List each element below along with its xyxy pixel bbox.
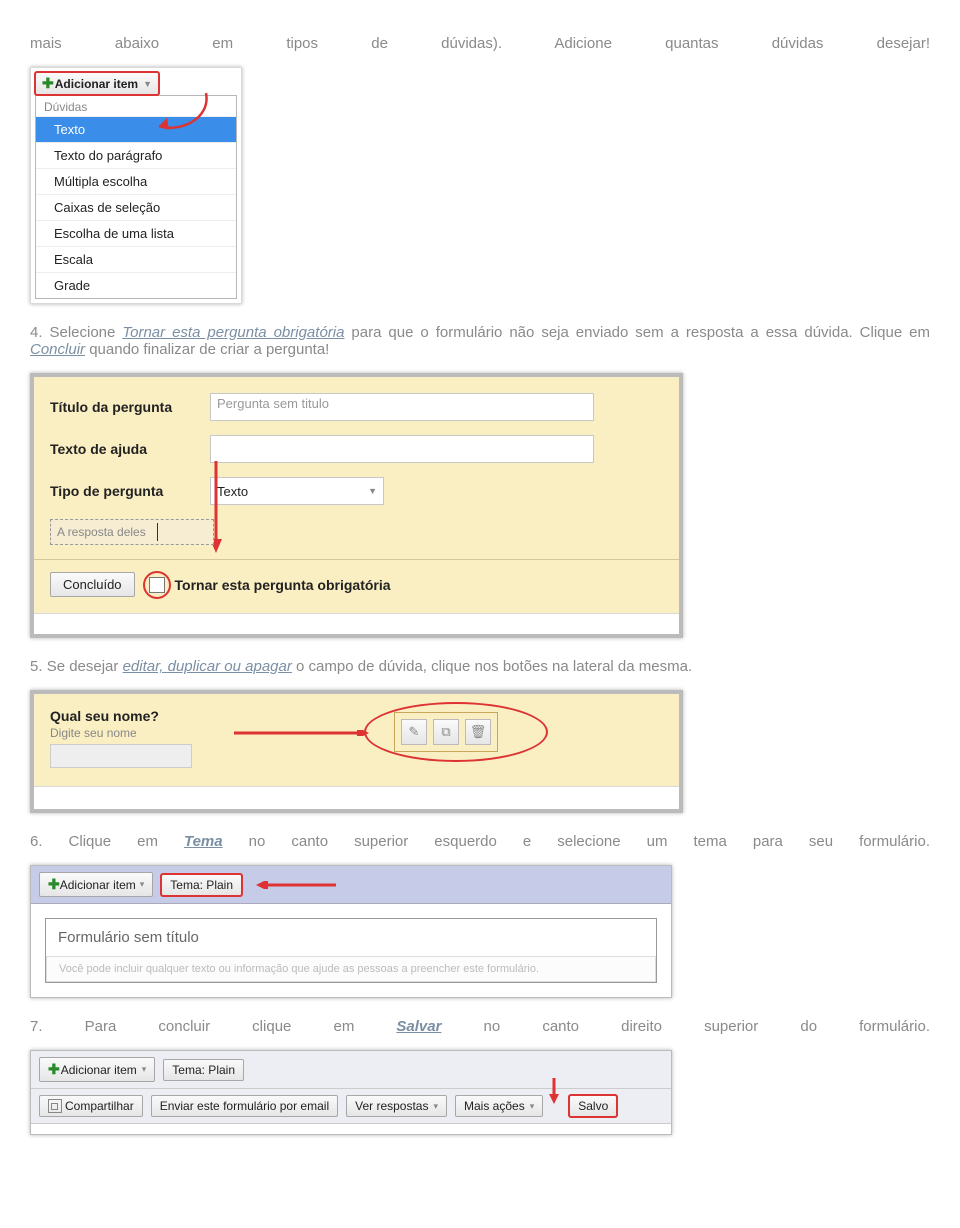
plus-icon: ✚ xyxy=(42,75,54,92)
answer-field-preview[interactable] xyxy=(50,744,192,768)
chevron-down-icon: ▼ xyxy=(368,486,377,496)
answer-preview-input[interactable]: A resposta deles xyxy=(50,519,214,545)
email-form-button[interactable]: Enviar este formulário por email xyxy=(151,1095,338,1117)
text-cursor-icon xyxy=(157,523,158,541)
dropdown-section-header: Dúvidas xyxy=(36,96,236,116)
theme-toolbar-figure: ✚ Adicionar item ▾ Tema: Plain Formulári… xyxy=(30,865,672,998)
mandatory-label: Tornar esta pergunta obrigatória xyxy=(175,577,391,593)
dropdown-item-caixas[interactable]: Caixas de seleção xyxy=(36,194,236,220)
dropdown-item-paragrafo[interactable]: Texto do parágrafo xyxy=(36,142,236,168)
share-button[interactable]: Compartilhar xyxy=(39,1095,143,1117)
step-6-text: 6. Clique em Tema no canto superior esqu… xyxy=(30,833,930,850)
save-toolbar-figure: ✚ Adicionar item ▾ Tema: Plain Compartil… xyxy=(30,1050,672,1135)
add-item-button[interactable]: ✚ Adicionar item ▼ xyxy=(35,72,159,95)
theme-button[interactable]: Tema: Plain xyxy=(163,1059,244,1081)
figure-footer-strip xyxy=(31,1124,671,1134)
label-question-type: Tipo de pergunta xyxy=(50,483,210,499)
saved-button[interactable]: Salvo xyxy=(569,1095,617,1117)
figure-footer-strip xyxy=(34,613,679,634)
more-actions-button[interactable]: Mais ações ▾ xyxy=(455,1095,543,1117)
view-responses-button[interactable]: Ver respostas ▾ xyxy=(346,1095,447,1117)
step-4-text: 4. Selecione Tornar esta pergunta obriga… xyxy=(30,324,930,358)
chevron-down-icon: ▾ xyxy=(142,1064,147,1075)
link-edit-dup-del[interactable]: editar, duplicar ou apagar xyxy=(123,658,292,675)
step-num-4: 4. xyxy=(30,324,43,341)
edit-button[interactable]: ✎ xyxy=(401,719,427,745)
chevron-down-icon: ▼ xyxy=(143,79,152,89)
share-icon xyxy=(48,1099,62,1113)
dropdown-item-grade[interactable]: Grade xyxy=(36,272,236,298)
annotation-circle-icon xyxy=(145,573,169,597)
figure-footer-strip xyxy=(34,786,679,809)
dropdown-item-multipla[interactable]: Múltipla escolha xyxy=(36,168,236,194)
step-num-6: 6. xyxy=(30,833,43,850)
annotation-arrow-icon xyxy=(551,1106,561,1107)
add-item-dropdown-figure: ✚ Adicionar item ▼ Dúvidas Texto Texto d… xyxy=(30,67,242,304)
plus-icon: ✚ xyxy=(48,876,60,893)
theme-button[interactable]: Tema: Plain xyxy=(161,874,242,896)
chevron-down-icon: ▾ xyxy=(530,1101,535,1112)
chevron-down-icon: ▾ xyxy=(433,1101,438,1112)
pencil-icon: ✎ xyxy=(409,724,420,740)
step-num-5: 5. xyxy=(30,658,43,675)
link-mandatory[interactable]: Tornar esta pergunta obrigatória xyxy=(122,324,344,341)
step-num-7: 7. xyxy=(30,1018,43,1035)
intro-text: mais abaixo em tipos de dúvidas). Adicio… xyxy=(30,35,930,52)
mandatory-checkbox[interactable] xyxy=(149,577,165,593)
question-hint-text: Digite seu nome xyxy=(50,726,663,740)
step-5-text: 5. Se desejar editar, duplicar ou apagar… xyxy=(30,658,930,675)
divider xyxy=(34,559,679,560)
trash-icon: 🗑 xyxy=(470,724,487,740)
toolbar-row-1: ✚ Adicionar item ▾ Tema: Plain xyxy=(31,1051,671,1089)
toolbar: ✚ Adicionar item ▾ Tema: Plain xyxy=(31,866,671,904)
label-help-text: Texto de ajuda xyxy=(50,441,210,457)
chevron-down-icon: ▾ xyxy=(140,879,145,890)
question-title-input[interactable]: Pergunta sem titulo xyxy=(210,393,594,421)
form-description-placeholder[interactable]: Você pode incluir qualquer texto ou info… xyxy=(46,956,656,982)
link-concluir[interactable]: Concluir xyxy=(30,341,85,358)
form-title-text[interactable]: Formulário sem título xyxy=(58,929,644,952)
form-editor-preview: Formulário sem título Você pode incluir … xyxy=(45,918,657,983)
dropdown-list: Dúvidas Texto Texto do parágrafo Múltipl… xyxy=(35,95,237,299)
question-title-text: Qual seu nome? xyxy=(50,708,663,724)
add-item-button[interactable]: ✚ Adicionar item ▾ xyxy=(39,1057,155,1082)
add-item-label: Adicionar item xyxy=(55,77,138,91)
delete-button[interactable]: 🗑 xyxy=(465,719,491,745)
annotation-arrow-icon xyxy=(256,881,336,889)
dropdown-item-texto[interactable]: Texto xyxy=(36,116,236,142)
question-editor-figure: Título da pergunta Pergunta sem titulo T… xyxy=(30,373,683,638)
dropdown-item-escala[interactable]: Escala xyxy=(36,246,236,272)
duplicate-icon: ⧉ xyxy=(441,724,450,740)
label-question-title: Título da pergunta xyxy=(50,399,210,415)
link-tema[interactable]: Tema xyxy=(184,833,223,850)
link-salvar[interactable]: Salvar xyxy=(396,1018,441,1035)
question-toolbar: ✎ ⧉ 🗑 xyxy=(394,712,498,752)
help-text-input[interactable] xyxy=(210,435,594,463)
dropdown-item-lista[interactable]: Escolha de uma lista xyxy=(36,220,236,246)
done-button[interactable]: Concluído xyxy=(50,572,135,597)
duplicate-button[interactable]: ⧉ xyxy=(433,719,459,745)
toolbar-row-2: Compartilhar Enviar este formulário por … xyxy=(31,1089,671,1124)
question-type-select[interactable]: Texto ▼ xyxy=(210,477,384,505)
add-item-button[interactable]: ✚ Adicionar item ▾ xyxy=(39,872,153,897)
plus-icon: ✚ xyxy=(48,1061,60,1078)
step-7-text: 7. Para concluir clique em Salvar no can… xyxy=(30,1018,930,1035)
edit-tools-figure: Qual seu nome? Digite seu nome ✎ ⧉ 🗑 xyxy=(30,690,683,813)
